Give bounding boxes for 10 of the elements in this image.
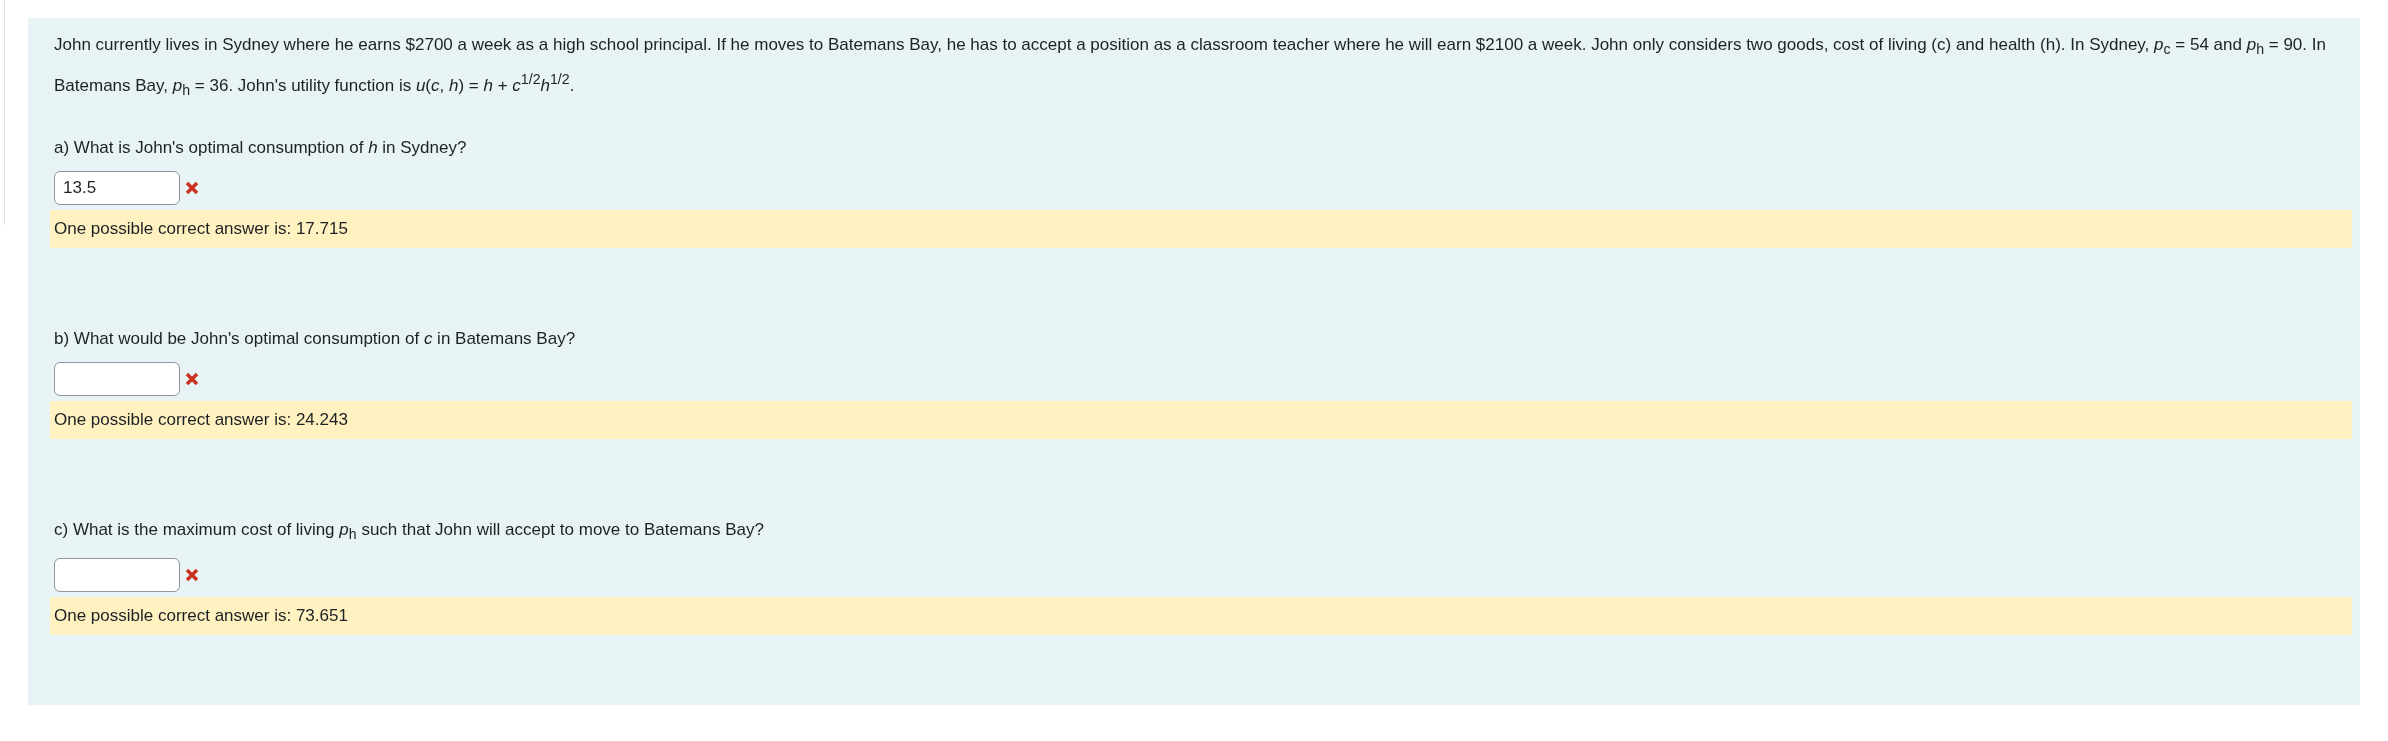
question-text: b) What would be John's optimal consumption of c in Batemans Bay? bbox=[54, 328, 577, 351]
feedback-text: One possible correct answer is: 17.715 bbox=[54, 219, 348, 239]
answer-field[interactable]: 13.5 bbox=[54, 171, 180, 206]
answer-field[interactable] bbox=[54, 362, 180, 397]
problem-text: John currently lives in Sydney where he earns $2700 a week as a high school principal. If he moves to Batemans Bay, he has to accept a position as a classroom teacher where he will earn $2100 a week. John only considers two goods, cost of living (c) and health (h). In Sydney, p$_{c}$ = 54 and p$_{h}$ = 90. In Batemans Bay, p$_{h}$ = 36. John's utility function is u(c, h) = h + c$^{1/2}$h$^{1/2}$. bbox=[54, 34, 2327, 101]
feedback-text: One possible correct answer is: 24.243 bbox=[54, 410, 348, 430]
answer-field[interactable] bbox=[54, 557, 180, 592]
question-text: c) What is the maximum cost of living p$_{h}$ such that John will accept to move to Batemans Bay? bbox=[54, 519, 765, 545]
question-text: a) What is John's optimal consumption of h in Sydney? bbox=[54, 137, 468, 160]
feedback-text: One possible correct answer is: 73.651 bbox=[54, 605, 348, 625]
